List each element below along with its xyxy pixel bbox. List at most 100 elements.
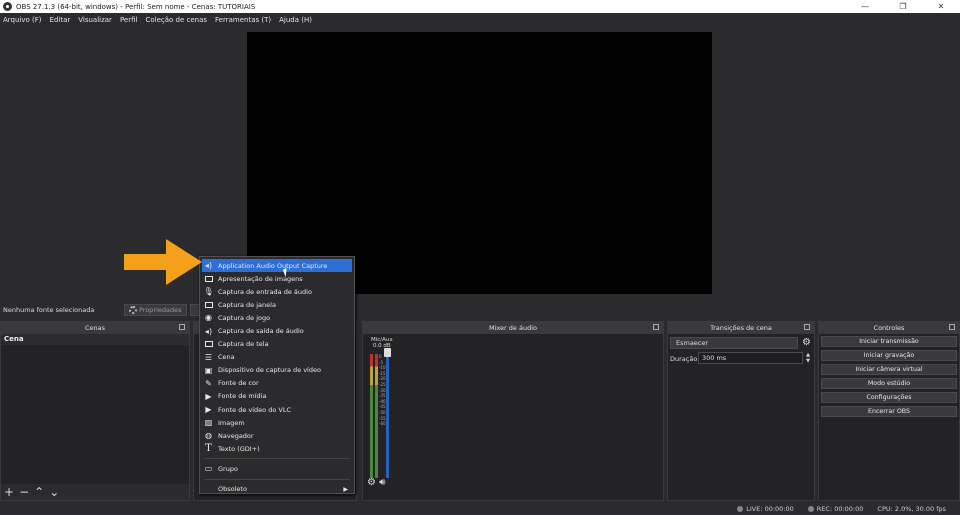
slideshow-icon	[204, 274, 213, 283]
monitor-icon	[204, 340, 213, 349]
menu-item-media-source[interactable]: ▶ Fonte de mídia	[200, 390, 354, 403]
volume-fader-track[interactable]	[386, 350, 389, 478]
no-source-label: Nenhuma fonte selecionada	[3, 306, 95, 314]
settings-button[interactable]: Configurações	[821, 392, 957, 403]
menu-item-game-capture[interactable]: ◉ Captura de jogo	[200, 311, 354, 324]
speaker-icon[interactable]: 🔊︎	[379, 477, 385, 488]
list-icon: ☰	[204, 352, 213, 362]
menu-item-scene[interactable]: ☰ Cena	[200, 351, 354, 364]
speaker-icon: ◂)	[204, 261, 213, 271]
undock-icon[interactable]	[804, 324, 810, 330]
menu-arquivo[interactable]: Arquivo (F)	[3, 16, 42, 24]
menu-item-deprecated[interactable]: Obsoleto ▶	[200, 483, 354, 496]
brush-icon: ✎	[205, 378, 212, 388]
start-virtual-camera-button[interactable]: Iniciar câmera virtual	[821, 364, 957, 375]
meter-bar-left	[370, 354, 373, 478]
menu-separator	[204, 478, 350, 480]
image-icon: ▨	[204, 418, 213, 428]
scene-item[interactable]: Cena	[1, 334, 189, 345]
menu-item-audio-output-capture[interactable]: ◂) Captura de saída de áudio	[200, 324, 354, 337]
add-source-menu: ◂) Application Audio Output Capture Apre…	[199, 256, 355, 494]
menu-item-color-source[interactable]: ✎ Fonte de cor	[200, 377, 354, 390]
maximize-button[interactable]: ❐	[884, 0, 922, 13]
menu-editar[interactable]: Editar	[50, 16, 71, 24]
menu-ajuda[interactable]: Ajuda (H)	[279, 16, 312, 24]
menu-perfil[interactable]: Perfil	[120, 16, 138, 24]
undock-icon[interactable]	[179, 324, 185, 330]
menu-item-application-audio-capture[interactable]: ◂) Application Audio Output Capture	[202, 259, 352, 273]
minimize-button[interactable]: —	[846, 0, 884, 13]
preview-canvas[interactable]	[247, 32, 712, 294]
studio-mode-button[interactable]: Modo estúdio	[821, 378, 957, 389]
close-button[interactable]: ✕	[922, 0, 960, 13]
remove-scene-button[interactable]: −	[19, 485, 29, 499]
duration-stepper[interactable]: ▲ ▼	[804, 352, 812, 364]
menu-bar: Arquivo (F) Editar Visualizar Perfil Col…	[0, 13, 960, 26]
undock-icon[interactable]	[949, 324, 955, 330]
menu-visualizar[interactable]: Visualizar	[78, 16, 112, 24]
move-up-button[interactable]: ⌃	[34, 485, 44, 499]
duration-input[interactable]: 300 ms	[698, 352, 803, 364]
annotation-arrow-icon	[124, 239, 202, 285]
controls-dock: Controles Iniciar transmissão Iniciar gr…	[818, 321, 960, 501]
undock-icon[interactable]	[653, 324, 659, 330]
menu-item-browser[interactable]: ◍ Navegador	[200, 429, 354, 442]
controls-title: Controles	[873, 324, 905, 332]
camera-icon: ▣	[204, 365, 213, 375]
exit-button[interactable]: Encerrar OBS	[821, 406, 957, 417]
status-bar: LIVE: 00:00:00 REC: 00:00:00 CPU: 2.0%, …	[0, 503, 960, 515]
meter-ticks: 0 -5 -10 -15 -20 -25 -30 -35 -40 -45 -50…	[379, 354, 386, 427]
window-title: OBS 27.1.3 (64-bit, windows) - Perfil: S…	[16, 2, 256, 11]
mixer-title: Mixer de áudio	[488, 324, 537, 332]
transitions-title: Transições de cena	[710, 324, 772, 332]
record-icon	[807, 506, 814, 512]
cpu-status: CPU: 2.0%, 30.00 fps	[877, 505, 946, 513]
scenes-toolbar: + − ⌃ ⌄	[1, 484, 189, 500]
volume-meter: 0 -5 -10 -15 -20 -25 -30 -35 -40 -45 -50…	[370, 348, 391, 478]
menu-item-group[interactable]: ▭ Grupo	[200, 462, 354, 475]
properties-button[interactable]: Propriedades	[124, 304, 187, 316]
menu-ferramentas[interactable]: Ferramentas (T)	[215, 16, 271, 24]
controls-header: Controles	[819, 322, 959, 334]
rec-status: REC: 00:00:00	[807, 505, 863, 513]
meter-bar-right	[375, 354, 378, 478]
menu-colecao-de-cenas[interactable]: Coleção de cenas	[145, 16, 207, 24]
move-down-button[interactable]: ⌄	[49, 485, 59, 499]
scenes-header: Cenas	[1, 322, 189, 334]
microphone-icon: 🎙︎	[203, 287, 214, 297]
scenes-title: Cenas	[84, 324, 106, 332]
menu-item-video-capture-device[interactable]: ▣ Dispositivo de captura de vídeo	[200, 364, 354, 377]
mixer-header: Mixer de áudio	[363, 322, 663, 334]
gear-icon[interactable]: ⚙	[367, 477, 376, 488]
duration-label: Duração	[670, 355, 698, 363]
transition-select[interactable]: Esmaecer	[670, 337, 798, 349]
menu-item-image-slideshow[interactable]: Apresentação de imagens	[200, 272, 354, 285]
title-bar: OBS 27.1.3 (64-bit, windows) - Perfil: S…	[0, 0, 960, 13]
menu-separator	[204, 458, 350, 460]
broadcast-icon	[737, 506, 744, 512]
submenu-arrow-icon: ▶	[343, 485, 348, 493]
play-icon: ▶	[205, 405, 212, 415]
menu-item-text-gdi[interactable]: T Texto (GDI+)	[200, 442, 354, 455]
live-status: LIVE: 00:00:00	[737, 505, 794, 513]
speaker-icon: ◂)	[204, 326, 213, 336]
scenes-dock: Cenas Cena + − ⌃ ⌄	[0, 321, 190, 501]
menu-item-image[interactable]: ▨ Imagem	[200, 416, 354, 429]
start-streaming-button[interactable]: Iniciar transmissão	[821, 336, 957, 347]
gamepad-icon: ◉	[205, 313, 212, 323]
mixer-icons: ⚙ 🔊︎	[367, 477, 385, 488]
window-icon	[204, 300, 213, 309]
volume-fader-handle[interactable]	[384, 348, 391, 357]
menu-item-window-capture[interactable]: Captura de janela	[200, 298, 354, 311]
start-recording-button[interactable]: Iniciar gravação	[821, 350, 957, 361]
play-icon: ▶	[205, 391, 212, 401]
transitions-dock: Transições de cena Esmaecer ⚙ Duração 30…	[667, 321, 815, 501]
folder-icon: ▭	[204, 464, 213, 474]
audio-mixer-dock: Mixer de áudio Mic/Aux 0.0 dB 0 -5 -10 -…	[362, 321, 664, 501]
add-scene-button[interactable]: +	[4, 485, 14, 499]
menu-item-display-capture[interactable]: Captura de tela	[200, 338, 354, 351]
menu-item-vlc-video-source[interactable]: ▶ Fonte de vídeo do VLC	[200, 403, 354, 416]
transitions-header: Transições de cena	[668, 322, 814, 334]
menu-item-audio-input-capture[interactable]: 🎙︎ Captura de entrada de áudio	[200, 285, 354, 298]
gear-icon[interactable]: ⚙	[802, 337, 811, 349]
